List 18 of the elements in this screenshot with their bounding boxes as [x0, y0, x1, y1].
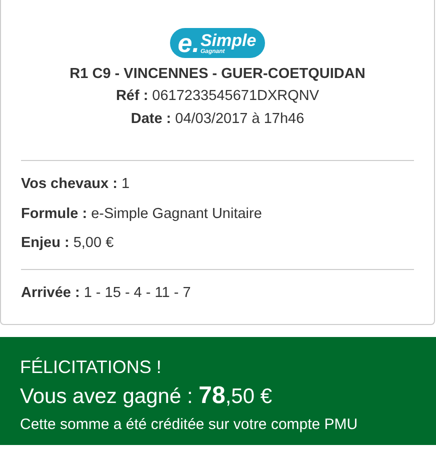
field-value: 0617233545671DXRQNV [152, 88, 320, 104]
win-note: Cette somme a été créditée sur votre compte PMU [20, 415, 359, 435]
field-label: Réf : [116, 88, 148, 104]
field-value: e-Simple Gagnant Unitaire [91, 206, 262, 222]
field-label: Formule : [21, 206, 88, 222]
win-amount: Vous avez gagné : 78,50 € [20, 381, 274, 411]
field-value: 1 - 15 - 4 - 11 - 7 [84, 284, 191, 300]
field-value: 04/03/2017 à 17h46 [175, 111, 304, 127]
field-value: 5,00 € [73, 235, 114, 251]
logo-letter: e. [178, 28, 200, 58]
field-label: Date : [130, 111, 172, 127]
field-label: Enjeu : [21, 235, 70, 251]
win-title: FÉLICITATIONS ! [20, 356, 162, 379]
field-label: Vos chevaux : [21, 176, 118, 192]
logo-word: Simple [200, 32, 256, 48]
field-value: 1 [121, 176, 130, 192]
race-title: R1 C9 - VINCENNES - GUER-COETQUIDAN [70, 65, 366, 84]
field-label: Arrivée : [21, 284, 80, 300]
